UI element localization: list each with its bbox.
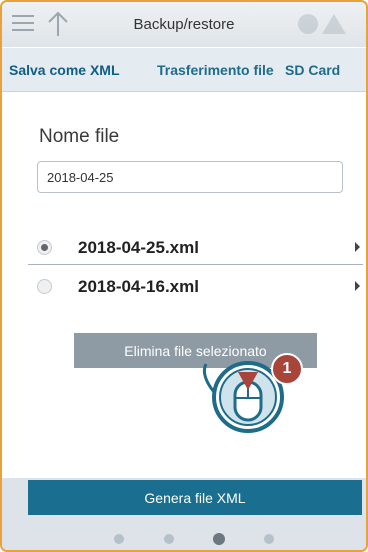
file-list-item[interactable]: 2018-04-25.xml xyxy=(28,232,363,265)
tab-save-as-xml[interactable]: Salva come XML xyxy=(9,62,120,78)
file-radio-selected[interactable] xyxy=(37,240,52,255)
page-dot[interactable] xyxy=(164,534,174,544)
page-dot-active[interactable] xyxy=(213,533,225,545)
header-status-icon xyxy=(298,14,346,34)
chevron-right-icon[interactable] xyxy=(355,242,360,252)
file-list-item[interactable]: 2018-04-16.xml xyxy=(28,271,363,303)
tab-file-transfer[interactable]: Trasferimento file xyxy=(157,62,274,78)
step-number-badge: 1 xyxy=(271,353,303,385)
page-indicator xyxy=(2,531,366,547)
tab-bar: Salva come XML Trasferimento file SD Car… xyxy=(2,48,366,92)
file-radio[interactable] xyxy=(37,279,52,294)
page-dot[interactable] xyxy=(114,534,124,544)
chevron-right-icon[interactable] xyxy=(355,281,360,291)
filename-label: Nome file xyxy=(39,126,120,147)
tab-sd-card[interactable]: SD Card xyxy=(285,62,340,78)
file-name: 2018-04-25.xml xyxy=(78,238,199,257)
file-name: 2018-04-16.xml xyxy=(78,277,199,296)
page-dot[interactable] xyxy=(264,534,274,544)
filename-input[interactable] xyxy=(37,161,343,193)
mouse-click-icon xyxy=(202,361,284,433)
generate-xml-button[interactable]: Genera file XML xyxy=(28,480,362,515)
header-bar: Backup/restore xyxy=(2,2,366,47)
app-frame: Backup/restore Salva come XML Trasferime… xyxy=(0,0,368,552)
